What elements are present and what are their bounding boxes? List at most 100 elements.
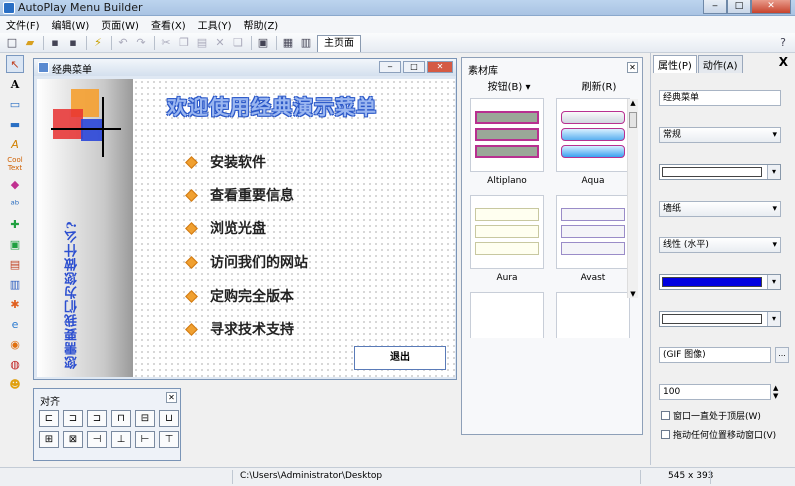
media-tool-icon[interactable]: ▤ — [6, 255, 24, 273]
same-height-icon[interactable]: ⊥ — [111, 431, 131, 448]
align-center-h-icon[interactable]: ⊐ — [63, 410, 83, 427]
menu-item[interactable]: 访问我们的网站 — [185, 252, 308, 272]
close-button[interactable]: ✕ — [751, 0, 791, 14]
tab-actions[interactable]: 动作(A) — [697, 55, 743, 73]
library-refresh-button[interactable]: 刷新(R) — [582, 78, 617, 94]
cut-icon[interactable]: ✂ — [158, 35, 174, 51]
gradient-dropdown[interactable]: 线性 (水平) — [659, 237, 781, 253]
align-bottom-icon[interactable]: ⊔ — [159, 410, 179, 427]
opacity-field[interactable]: 100 — [659, 384, 771, 400]
effect-tool-icon[interactable]: ✱ — [6, 295, 24, 313]
library-item[interactable] — [470, 292, 544, 338]
cooltext-tool-icon[interactable]: Cool Text — [6, 155, 24, 173]
wallpaper-dropdown[interactable]: 墙纸 — [659, 201, 781, 217]
image-field[interactable]: (GIF 图像) — [659, 347, 771, 363]
new-file-icon[interactable]: □ — [4, 35, 20, 51]
library-item[interactable] — [556, 292, 630, 338]
add-page-icon[interactable]: ▦ — [280, 35, 296, 51]
name-field[interactable]: 经典菜单 — [659, 90, 781, 106]
align-right-icon[interactable]: ⊐ — [87, 410, 107, 427]
style-dropdown[interactable]: 常规 — [659, 127, 781, 143]
library-scrollbar[interactable]: ▲ ▼ — [627, 99, 638, 298]
library-close[interactable]: ✕ — [627, 62, 638, 73]
scroll-thumb[interactable] — [629, 112, 637, 128]
menu-help[interactable]: 帮助(Z) — [238, 17, 285, 32]
align-top-icon[interactable]: ⊓ — [111, 410, 131, 427]
opacity-spinner[interactable]: ▲ ▼ — [773, 384, 778, 400]
drag-move-checkbox[interactable]: 拖动任何位置移动窗口(V) — [661, 428, 776, 441]
exit-button[interactable]: 退出 — [354, 346, 446, 370]
menu-item[interactable]: 浏览光盘 — [185, 218, 266, 238]
chat-tool-icon[interactable]: ◍ — [6, 355, 24, 373]
scroll-up-icon[interactable]: ▲ — [628, 99, 638, 107]
shape-tool-icon[interactable]: ◆ — [6, 175, 24, 193]
tab-properties[interactable]: 属性(P) — [653, 55, 697, 73]
ie-tool-icon[interactable]: e — [6, 315, 24, 333]
preview-icon[interactable]: ▣ — [255, 35, 271, 51]
align-middle-v-icon[interactable]: ⊟ — [135, 410, 155, 427]
menu-item[interactable]: 寻求技术支持 — [185, 319, 294, 339]
library-item[interactable]: Aura — [470, 195, 544, 283]
menu-window-minimize[interactable]: ‒ — [379, 61, 401, 73]
paste-icon[interactable]: ▤ — [194, 35, 210, 51]
distribute-v-icon[interactable]: ⊠ — [63, 431, 83, 448]
copy-icon[interactable]: ❐ — [176, 35, 192, 51]
font-tool-icon[interactable]: A — [6, 135, 24, 153]
build-icon[interactable]: ⚡ — [90, 35, 106, 51]
menu-file[interactable]: 文件(F) — [0, 17, 46, 32]
properties-close[interactable]: X — [779, 55, 788, 69]
space-even-icon[interactable]: ⊤ — [159, 431, 179, 448]
help-tool-icon[interactable]: ☻ — [6, 375, 24, 393]
menu-item[interactable]: 安装软件 — [185, 152, 266, 172]
save-all-icon[interactable]: ▪ — [65, 35, 81, 51]
text-tool-icon[interactable]: A — [6, 75, 24, 93]
menu-page[interactable]: 页面(W) — [95, 17, 145, 32]
image-tool-icon[interactable]: ▬ — [6, 115, 24, 133]
library-buttons-dropdown[interactable]: 按钮(B) ▾ — [488, 78, 531, 94]
minimize-button[interactable]: ‒ — [703, 0, 727, 14]
menu-canvas[interactable]: 您需要我们为您做什么? 欢迎使用经典演示菜单 安装软件 查看重要信息 浏览光盘 … — [37, 79, 455, 377]
same-width-icon[interactable]: ⊣ — [87, 431, 107, 448]
chevron-down-icon[interactable]: ▾ — [767, 275, 780, 289]
page-list-icon[interactable]: ▥ — [298, 35, 314, 51]
pointer-tool-icon[interactable]: ↖ — [6, 55, 24, 73]
scroll-down-icon[interactable]: ▼ — [628, 290, 638, 298]
duplicate-icon[interactable]: ❏ — [230, 35, 246, 51]
maximize-button[interactable]: □ — [727, 0, 751, 14]
topmost-checkbox[interactable]: 窗口一直处于顶层(W) — [661, 409, 761, 422]
library-item[interactable]: Aqua — [556, 98, 630, 186]
button-tool-icon[interactable]: ▭ — [6, 95, 24, 113]
secondary-color-picker[interactable]: ▾ — [659, 311, 781, 327]
menu-window-close[interactable]: ✕ — [427, 61, 453, 73]
library-item[interactable]: Avast — [556, 195, 630, 283]
chevron-down-icon[interactable]: ▾ — [767, 312, 780, 326]
document-tool-icon[interactable]: ▥ — [6, 275, 24, 293]
same-size-icon[interactable]: ⊢ — [135, 431, 155, 448]
browse-button[interactable]: ... — [775, 347, 789, 363]
menu-item[interactable]: 查看重要信息 — [185, 185, 294, 205]
redo-icon[interactable]: ↷ — [133, 35, 149, 51]
help-context-icon[interactable]: ? — [775, 35, 791, 51]
background-color-picker[interactable]: ▾ — [659, 164, 781, 180]
undo-icon[interactable]: ↶ — [115, 35, 131, 51]
menu-window-maximize[interactable]: □ — [403, 61, 425, 73]
menu-item[interactable]: 定购完全版本 — [185, 286, 294, 306]
menu-tools[interactable]: 工具(Y) — [192, 17, 238, 32]
toolbar-separator — [43, 35, 44, 50]
delete-icon[interactable]: ✕ — [212, 35, 228, 51]
menu-view[interactable]: 查看(X) — [145, 17, 192, 32]
distribute-h-icon[interactable]: ⊞ — [39, 431, 59, 448]
tab-main-page[interactable]: 主页面 — [317, 35, 361, 52]
list-tool-icon[interactable]: ᵃᵇ — [6, 195, 24, 213]
chevron-down-icon[interactable]: ▾ — [767, 165, 780, 179]
flash-tool-icon[interactable]: ✚ — [6, 215, 24, 233]
open-folder-icon[interactable]: ▰ — [22, 35, 38, 51]
library-item[interactable]: Altiplano — [470, 98, 544, 186]
menu-edit[interactable]: 编辑(W) — [46, 17, 96, 32]
align-panel-close[interactable]: ✕ — [166, 392, 177, 403]
player-tool-icon[interactable]: ◉ — [6, 335, 24, 353]
save-icon[interactable]: ▪ — [47, 35, 63, 51]
primary-color-picker[interactable]: ▾ — [659, 274, 781, 290]
align-left-icon[interactable]: ⊏ — [39, 410, 59, 427]
install-tool-icon[interactable]: ▣ — [6, 235, 24, 253]
